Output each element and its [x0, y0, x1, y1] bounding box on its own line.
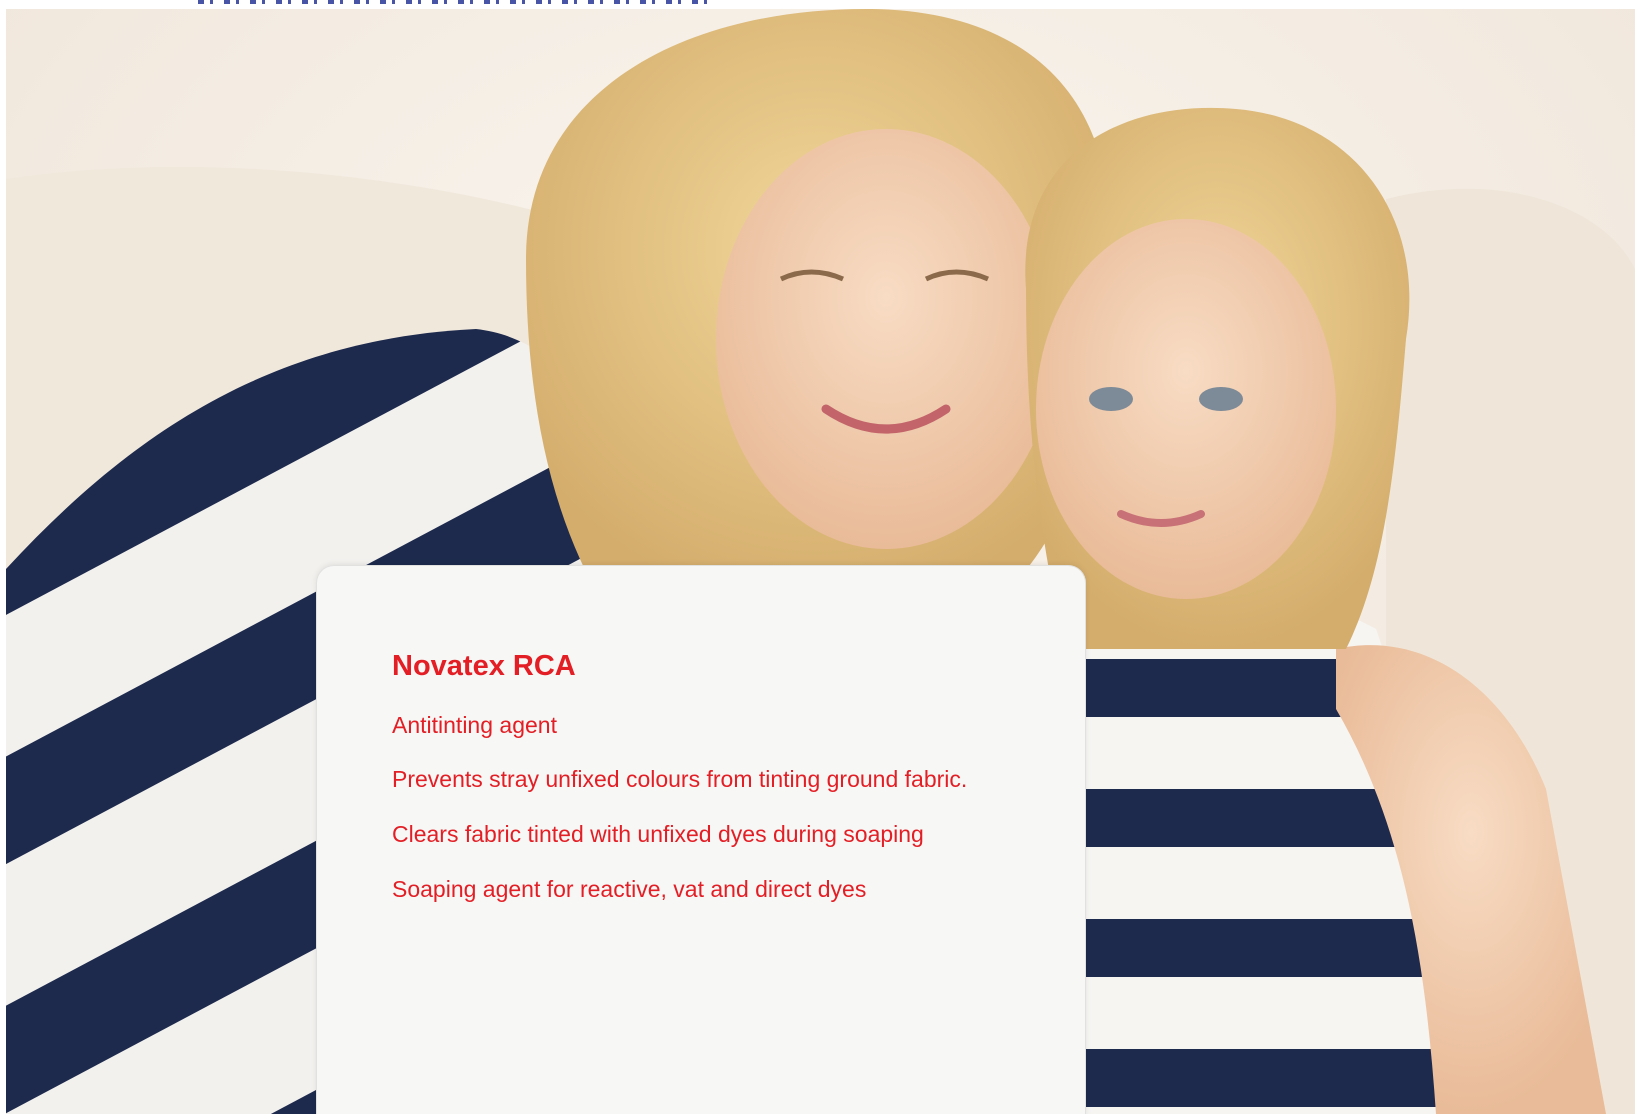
page: Novatex RCA Antitinting agent Prevents s…: [0, 0, 1635, 1114]
product-subtitle: Antitinting agent: [392, 712, 557, 738]
product-feature-1: Prevents stray unfixed colours from tint…: [392, 766, 968, 792]
product-feature-3: Soaping agent for reactive, vat and dire…: [392, 876, 867, 902]
product-title: Novatex RCA: [392, 650, 576, 682]
product-feature-2: Clears fabric tinted with unfixed dyes d…: [392, 821, 924, 847]
top-cut-text-line: [0, 0, 1635, 9]
